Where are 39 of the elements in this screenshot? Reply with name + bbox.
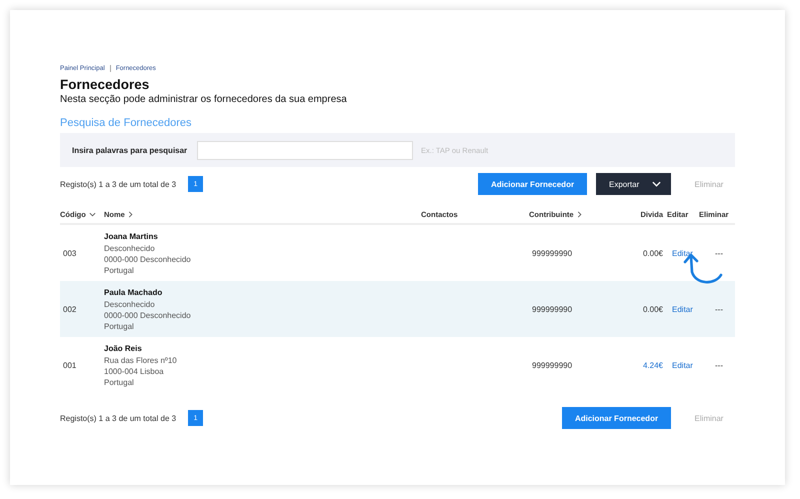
tax-id-cell-text: 999999990 [531,304,574,314]
address-line: 0000-000 Desconhecido [104,310,191,320]
code-cell-text: 003 [62,248,78,258]
address-line: Desconhecido [104,242,155,254]
section-heading: Pesquisa de Fornecedores [60,117,192,129]
code-cell-text: 002 [62,304,78,314]
page-title: Fornecedores [60,77,150,92]
supplier-name: Joana Martins [104,230,158,242]
address-line: 0000-000 Desconhecido [104,254,191,264]
debt-cell-text: 0.00€ [642,248,664,258]
address-line: Portugal [104,264,134,276]
search-label: Insira palavras para pesquisar [72,146,188,154]
add-supplier-button[interactable]: Adicionar Fornecedor [562,407,671,429]
address-line: Portugal [104,376,134,388]
records-count: Registo(s) 1 a 3 de um total de 3 [60,180,176,188]
tax-id-cell-text: 999999990 [531,248,574,258]
code-cell-text: 001 [62,360,78,370]
search-field[interactable] [197,140,413,160]
debt-cell[interactable]: 4.24€ [621,360,667,370]
breadcrumb-separator [110,65,111,72]
supplier-name: Paula Machado [104,286,162,298]
delete-cell-text: --- [714,304,724,314]
edit-link[interactable]: Editar [667,304,699,314]
delete-cell-text: --- [714,360,724,370]
address-line: Rua das Flores nº10 [104,354,177,366]
records-count: Registo(s) 1 a 3 de um total de 3 [60,414,176,422]
edit-link[interactable]: Editar [667,360,699,370]
debt-cell-text: 0.00€ [642,304,664,314]
supplier-name: João Reis [104,342,142,354]
address-line: Portugal [104,320,134,332]
chevron-down-icon [652,181,661,187]
address-line: 1000-004 Lisboa [104,366,164,376]
delete-cell-text: --- [714,248,724,258]
tax-id-cell-text: 999999990 [531,360,574,370]
page-subtitle: Nesta secção pode administrar os fornecedores da sua empresa [60,94,348,105]
add-supplier-button[interactable]: Adicionar Fornecedor [478,173,587,195]
export-button[interactable]: Exportar [596,173,671,195]
address-line: Desconhecido [104,298,155,310]
table-row[interactable]: 002 Paula Machado Desconhecido 0000-000 Desconhecido Portugal 999999990 0.00€ Editar --- [60,281,735,337]
